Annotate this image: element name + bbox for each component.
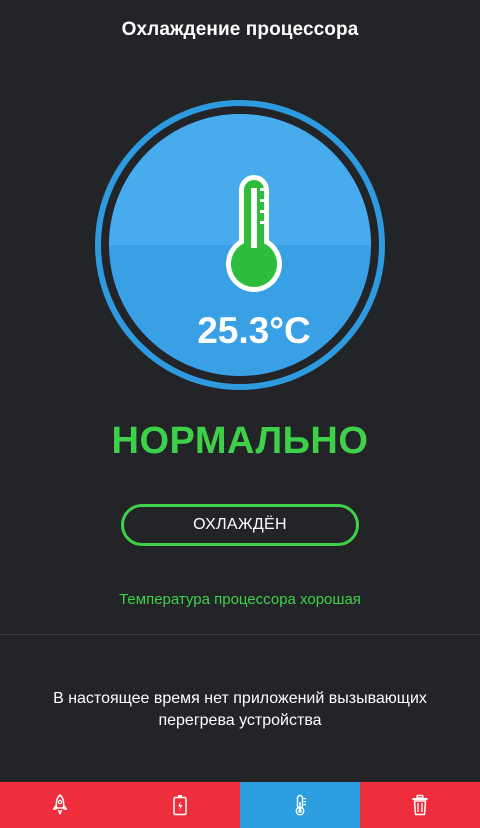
apps-message: В настоящее время нет приложений вызываю… (53, 690, 427, 729)
page-title: Охлаждение процессора (121, 19, 359, 40)
temperature-gauge: 25.3°C (95, 100, 385, 390)
thermometer-icon (222, 172, 286, 294)
temperature-value: 25.3°C (197, 310, 311, 351)
status-label: НОРМАЛЬНО (111, 420, 369, 462)
divider (0, 634, 480, 635)
rocket-icon (52, 794, 68, 815)
bottom-nav (0, 782, 480, 828)
gauge-face: 25.3°C (109, 114, 371, 376)
tab-cooling[interactable] (240, 782, 360, 828)
tab-battery[interactable] (120, 782, 240, 828)
cpu-status-message: Температура процессора хорошая (119, 591, 361, 608)
tab-boost[interactable] (0, 782, 120, 828)
battery-icon (173, 795, 187, 816)
thermometer-icon (295, 794, 306, 816)
trash-icon (412, 794, 428, 816)
tab-clean[interactable] (360, 782, 480, 828)
cool-button[interactable]: ОХЛАЖДЁН (121, 504, 359, 546)
